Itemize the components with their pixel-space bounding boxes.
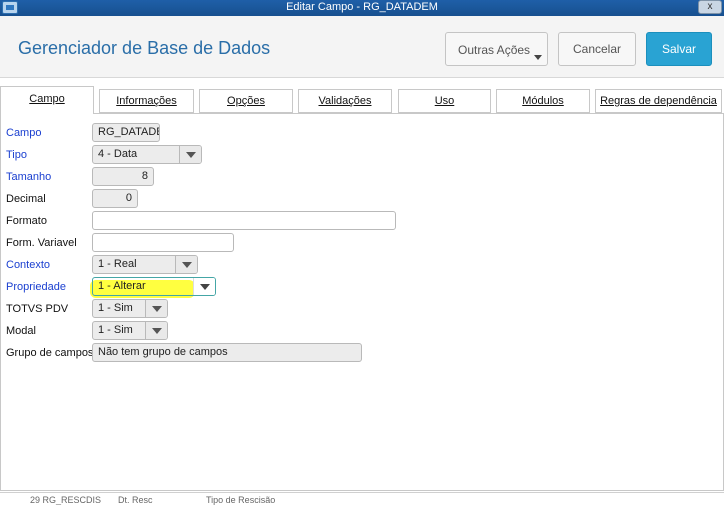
modal-select[interactable]: 1 - Sim <box>92 321 168 340</box>
tab-modulos[interactable]: Módulos <box>496 89 590 113</box>
tab-validacoes[interactable]: Validações <box>298 89 392 113</box>
tipo-select[interactable]: 4 - Data <box>92 145 202 164</box>
tab-regras-dependencia[interactable]: Regras de dependência <box>595 89 722 113</box>
tamanho-label: Tamanho <box>6 171 52 183</box>
tipo-label: Tipo <box>6 149 27 161</box>
grupo-campos-label: Grupo de campos <box>6 347 94 359</box>
contexto-select[interactable]: 1 - Real <box>92 255 198 274</box>
tab-label: Opções <box>227 95 265 107</box>
propriedade-label: Propriedade <box>6 281 66 293</box>
tab-label: Informações <box>116 95 177 107</box>
totvs-pdv-select[interactable]: 1 - Sim <box>92 299 168 318</box>
decimal-field[interactable]: 0 <box>92 189 138 208</box>
save-button[interactable]: Salvar <box>646 32 712 66</box>
tamanho-field[interactable]: 8 <box>92 167 154 186</box>
dropdown-arrow-icon[interactable] <box>145 300 167 317</box>
dropdown-arrow-icon[interactable] <box>179 146 201 163</box>
tab-label: Uso <box>434 95 455 107</box>
tab-label: Campo <box>29 93 65 105</box>
totvs-pdv-label: TOTVS PDV <box>6 303 69 315</box>
tab-uso[interactable]: Uso <box>398 89 491 113</box>
tab-opcoes[interactable]: Opções <box>199 89 293 113</box>
chevron-down-icon <box>534 55 542 60</box>
formato-field[interactable] <box>92 211 396 230</box>
cancel-button[interactable]: Cancelar <box>558 32 636 66</box>
tab-label: Módulos <box>522 95 564 107</box>
other-actions-button[interactable]: Outras Ações <box>445 32 548 66</box>
tab-campo[interactable]: Campo <box>0 86 94 114</box>
contexto-value: 1 - Real <box>98 258 137 270</box>
propriedade-select[interactable]: 1 - Alterar <box>92 277 216 296</box>
edit-field-window: Editar Campo - RG_DATADEM x Gerenciador … <box>0 0 724 505</box>
dropdown-arrow-icon[interactable] <box>175 256 197 273</box>
contexto-label: Contexto <box>6 259 51 271</box>
form-variavel-label: Form. Variavel <box>6 237 77 249</box>
form-variavel-field[interactable] <box>92 233 234 252</box>
background-grid-fragment: 29 RG_RESCDIS Dt. Resc Tipo de Rescisão <box>0 492 724 505</box>
formato-label: Formato <box>6 215 47 227</box>
propriedade-value: 1 - Alterar <box>98 280 146 292</box>
campo-field[interactable]: RG_DATADEM <box>92 123 160 142</box>
dropdown-arrow-icon[interactable] <box>193 278 215 295</box>
close-button[interactable]: x <box>698 0 722 14</box>
decimal-label: Decimal <box>6 193 46 205</box>
other-actions-label: Outras Ações <box>458 43 531 57</box>
modal-value: 1 - Sim <box>98 324 133 336</box>
tab-label: Validações <box>318 95 372 107</box>
totvs-pdv-value: 1 - Sim <box>98 302 133 314</box>
window-title: Editar Campo - RG_DATADEM <box>286 1 438 13</box>
header: Gerenciador de Base de Dados Outras Açõe… <box>0 16 724 78</box>
campo-label: Campo <box>6 127 42 139</box>
tipo-value: 4 - Data <box>98 148 138 160</box>
grupo-campos-field[interactable]: Não tem grupo de campos <box>92 343 362 362</box>
title-bar: Editar Campo - RG_DATADEM x <box>0 0 724 16</box>
tab-bar: Campo Informações Opções Validações Uso … <box>0 86 724 114</box>
dropdown-arrow-icon[interactable] <box>145 322 167 339</box>
modal-label: Modal <box>6 325 36 337</box>
page-title: Gerenciador de Base de Dados <box>18 38 271 58</box>
tab-informacoes[interactable]: Informações <box>99 89 194 113</box>
tab-label: Regras de dependência <box>600 95 717 107</box>
